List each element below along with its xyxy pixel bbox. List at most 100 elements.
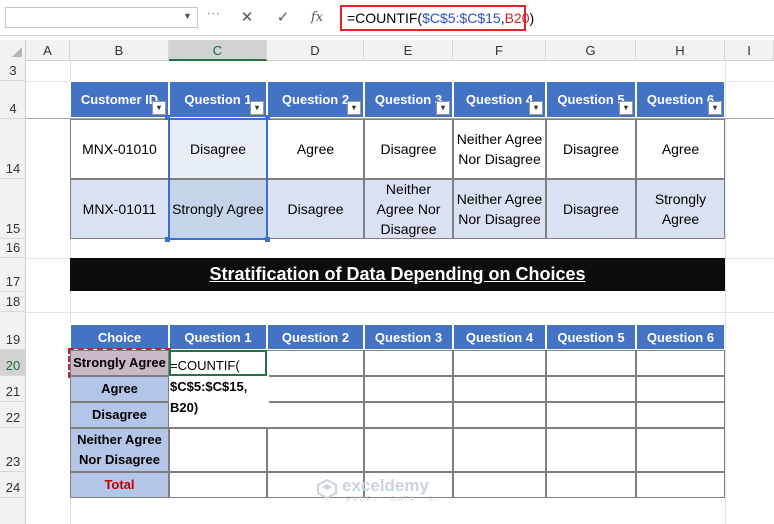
table1-cell[interactable]: Neither Agree Nor Disagree: [453, 179, 546, 239]
table2-header-q5[interactable]: Question 5: [546, 324, 636, 350]
table2-header-q4[interactable]: Question 4: [453, 324, 546, 350]
filter-dropdown-icon[interactable]: ▾: [619, 101, 633, 115]
header-label: Question 5: [557, 92, 625, 107]
table2-header-q6[interactable]: Question 6: [636, 324, 725, 350]
table2-cell[interactable]: [364, 350, 453, 376]
name-box[interactable]: [5, 7, 198, 28]
choice-neither[interactable]: Neither Agree Nor Disagree: [70, 428, 169, 472]
table2-cell[interactable]: [453, 472, 546, 498]
table1-cell[interactable]: Disagree: [546, 119, 636, 179]
table1-header-q6[interactable]: Question 6 ▾: [636, 81, 725, 118]
table2-cell[interactable]: [546, 376, 636, 402]
row-header-19[interactable]: 19: [0, 312, 26, 350]
table1-header-customer-id[interactable]: Customer ID ▾: [70, 81, 169, 118]
table2-header-choice[interactable]: Choice: [70, 324, 169, 350]
range-handle[interactable]: [265, 115, 270, 120]
table1-header-q2[interactable]: Question 2 ▾: [267, 81, 364, 118]
row-header-23[interactable]: 23: [0, 428, 26, 472]
row-header-18[interactable]: 18: [0, 292, 26, 312]
filter-dropdown-icon[interactable]: ▾: [529, 101, 543, 115]
table2-cell[interactable]: [364, 376, 453, 402]
table2-cell[interactable]: [267, 428, 364, 472]
column-header-b[interactable]: B: [70, 40, 169, 61]
table2-cell[interactable]: [546, 428, 636, 472]
table2-cell[interactable]: [364, 402, 453, 428]
range-handle[interactable]: [265, 237, 270, 242]
column-header-a[interactable]: A: [26, 40, 70, 61]
column-header-c[interactable]: C: [169, 40, 267, 61]
row-header-24[interactable]: 24: [0, 472, 26, 498]
watermark-tagline: EXCEL · DATA · BI: [346, 496, 439, 503]
table2-cell[interactable]: [636, 428, 725, 472]
filter-dropdown-icon[interactable]: ▾: [708, 101, 722, 115]
exceldemy-logo-icon: [316, 478, 338, 500]
table1-cell[interactable]: Disagree: [546, 179, 636, 239]
table2-cell[interactable]: [636, 350, 725, 376]
column-header-d[interactable]: D: [267, 40, 364, 61]
drag-handle-icon[interactable]: ⋮: [206, 7, 221, 19]
table2-cell[interactable]: [169, 428, 267, 472]
row-header-15[interactable]: 15: [0, 179, 26, 239]
table2-header-q1[interactable]: Question 1: [169, 324, 267, 350]
filter-dropdown-icon[interactable]: ▾: [347, 101, 361, 115]
choice-agree[interactable]: Agree: [70, 376, 169, 402]
table2-header-q3[interactable]: Question 3: [364, 324, 453, 350]
table2-cell[interactable]: [546, 350, 636, 376]
table1-cell[interactable]: Disagree: [267, 179, 364, 239]
filter-dropdown-icon[interactable]: ▾: [152, 101, 166, 115]
chevron-down-icon[interactable]: ▼: [183, 11, 192, 21]
column-header-e[interactable]: E: [364, 40, 453, 61]
row-header-17[interactable]: 17: [0, 258, 26, 292]
table2-header-q2[interactable]: Question 2: [267, 324, 364, 350]
table2-cell[interactable]: [636, 376, 725, 402]
table2-cell[interactable]: [364, 428, 453, 472]
table2-cell[interactable]: [546, 472, 636, 498]
column-header-i[interactable]: I: [725, 40, 774, 61]
table1-header-q3[interactable]: Question 3 ▾: [364, 81, 453, 118]
table1-cell[interactable]: Agree: [267, 119, 364, 179]
table2-cell[interactable]: [267, 376, 364, 402]
table2-cell[interactable]: [453, 428, 546, 472]
formula-input[interactable]: =COUNTIF($C$5:$C$15,B20): [340, 5, 534, 31]
table2-cell[interactable]: [453, 402, 546, 428]
table1-header-q1[interactable]: Question 1 ▾: [169, 81, 267, 118]
filter-dropdown-icon[interactable]: ▾: [250, 101, 264, 115]
row-header-16[interactable]: 16: [0, 239, 26, 258]
table2-cell[interactable]: [453, 376, 546, 402]
table2-cell[interactable]: [636, 402, 725, 428]
choice-disagree[interactable]: Disagree: [70, 402, 169, 428]
table2-cell[interactable]: [169, 472, 267, 498]
row-header-3[interactable]: 3: [0, 61, 26, 81]
insert-function-icon[interactable]: fx: [306, 7, 328, 29]
section-title[interactable]: Stratification of Data Depending on Choi…: [70, 258, 725, 291]
table1-cell[interactable]: MNX-01011: [70, 179, 169, 239]
table1-cell[interactable]: MNX-01010: [70, 119, 169, 179]
row-header-20[interactable]: 20: [0, 350, 26, 376]
table1-cell[interactable]: Agree: [636, 119, 725, 179]
row-header-21[interactable]: 21: [0, 376, 26, 402]
table2-cell[interactable]: [546, 402, 636, 428]
table1-cell[interactable]: Neither Agree Nor Disagree: [453, 119, 546, 179]
total-label[interactable]: Total: [70, 472, 169, 498]
watermark-name: exceldemy: [342, 476, 429, 495]
table1-header-q5[interactable]: Question 5 ▾: [546, 81, 636, 118]
table2-cell[interactable]: [267, 402, 364, 428]
range-handle[interactable]: [165, 115, 170, 120]
cancel-icon[interactable]: ✕: [236, 7, 258, 29]
table2-cell[interactable]: [636, 472, 725, 498]
table2-cell[interactable]: [267, 350, 364, 376]
range-handle[interactable]: [165, 237, 170, 242]
column-header-h[interactable]: H: [636, 40, 725, 61]
row-header-4[interactable]: 4: [0, 81, 26, 119]
column-header-f[interactable]: F: [453, 40, 546, 61]
table2-cell[interactable]: [453, 350, 546, 376]
column-header-g[interactable]: G: [546, 40, 636, 61]
table1-cell[interactable]: Strongly Agree: [636, 179, 725, 239]
row-header-22[interactable]: 22: [0, 402, 26, 428]
enter-icon[interactable]: ✓: [272, 7, 294, 29]
table1-cell[interactable]: Disagree: [364, 119, 453, 179]
table1-cell[interactable]: Neither Agree Nor Disagree: [364, 179, 453, 239]
row-header-14[interactable]: 14: [0, 119, 26, 179]
filter-dropdown-icon[interactable]: ▾: [436, 101, 450, 115]
table1-header-q4[interactable]: Question 4 ▾: [453, 81, 546, 118]
